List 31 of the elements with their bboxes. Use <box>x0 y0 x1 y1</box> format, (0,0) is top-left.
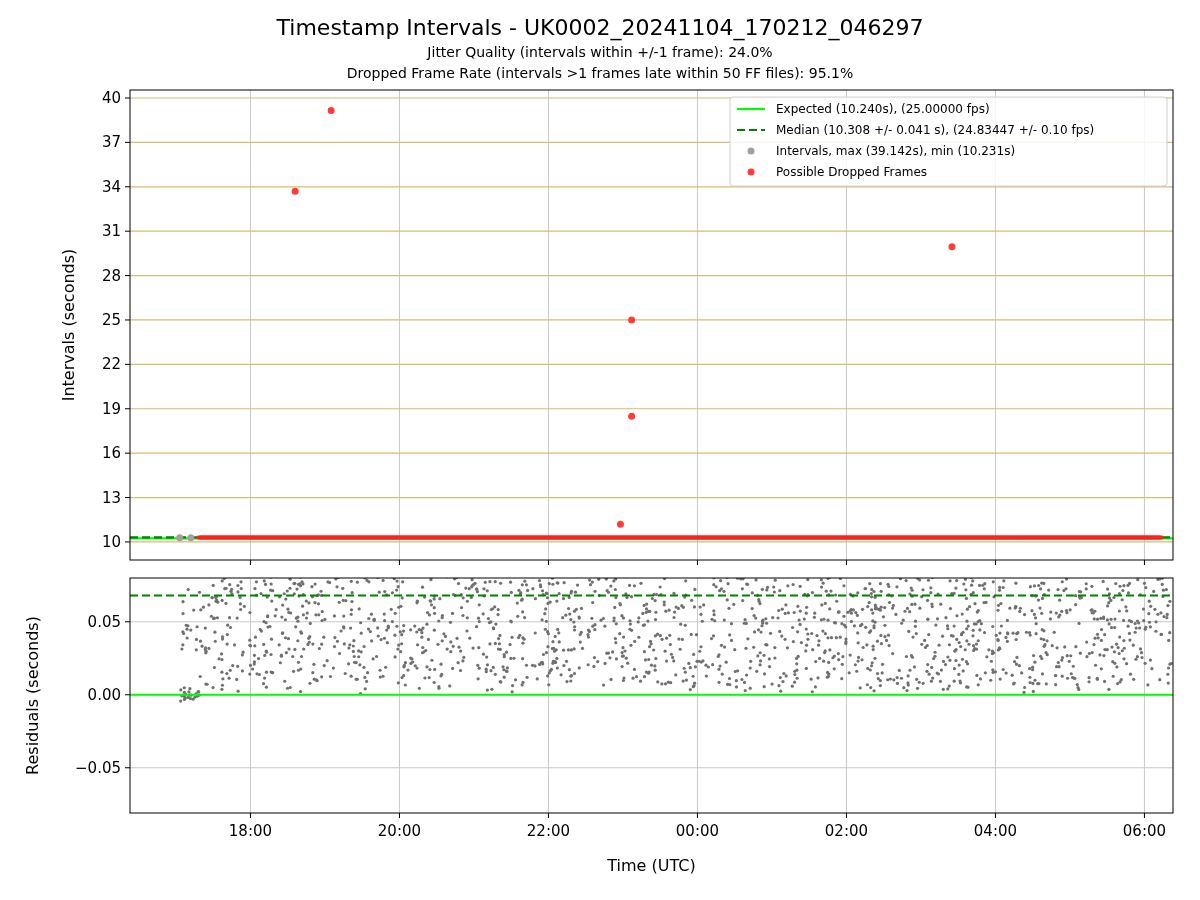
y-axis-label: Intervals (seconds) <box>59 248 78 402</box>
x-tick-label: 04:00 <box>973 822 1018 840</box>
y-tick-label: 10 <box>101 532 121 551</box>
y-tick-label: 31 <box>101 222 121 241</box>
x-tick-label: 06:00 <box>1122 822 1167 840</box>
chart-subtitle: Jitter Quality (intervals within +/-1 frame): 24.0% <box>427 43 773 62</box>
y-tick-label: 25 <box>101 310 121 329</box>
x-tick-label: 02:00 <box>824 822 869 840</box>
y-tick-label: 19 <box>101 399 121 418</box>
y-tick-label: 28 <box>101 266 121 285</box>
y-tick-label: −0.05 <box>75 758 121 777</box>
y-tick-label: 0.05 <box>87 612 121 631</box>
y-tick-label: 37 <box>101 133 121 152</box>
y-tick-label: 16 <box>101 444 121 463</box>
legend-label: Intervals, max (39.142s), min (10.231s) <box>776 144 1016 158</box>
x-tick-label: 20:00 <box>377 822 422 840</box>
chart-subtitle: Dropped Frame Rate (intervals >1 frames late within 50 FF files): 95.1% <box>346 64 854 83</box>
x-tick-label: 18:00 <box>228 822 273 840</box>
chart-title: Timestamp Intervals - UK0002_20241104_170212_046297 <box>276 14 924 42</box>
y-tick-label: 34 <box>101 177 121 196</box>
legend-label: Possible Dropped Frames <box>776 165 928 179</box>
x-tick-label: 22:00 <box>526 822 571 840</box>
x-tick-label: 00:00 <box>675 822 720 840</box>
y-axis-label: Residuals (seconds) <box>23 616 42 775</box>
x-axis-label: Time (UTC) <box>607 856 696 875</box>
y-tick-label: 0.00 <box>87 685 121 704</box>
y-tick-label: 13 <box>101 488 121 507</box>
legend-label: Expected (10.240s), (25.00000 fps) <box>776 102 990 116</box>
y-tick-label: 40 <box>101 89 121 107</box>
y-tick-label: 22 <box>101 355 121 374</box>
legend-label: Median (10.308 +/- 0.041 s), (24.83447 +/- 0.10 fps) <box>776 123 1095 137</box>
